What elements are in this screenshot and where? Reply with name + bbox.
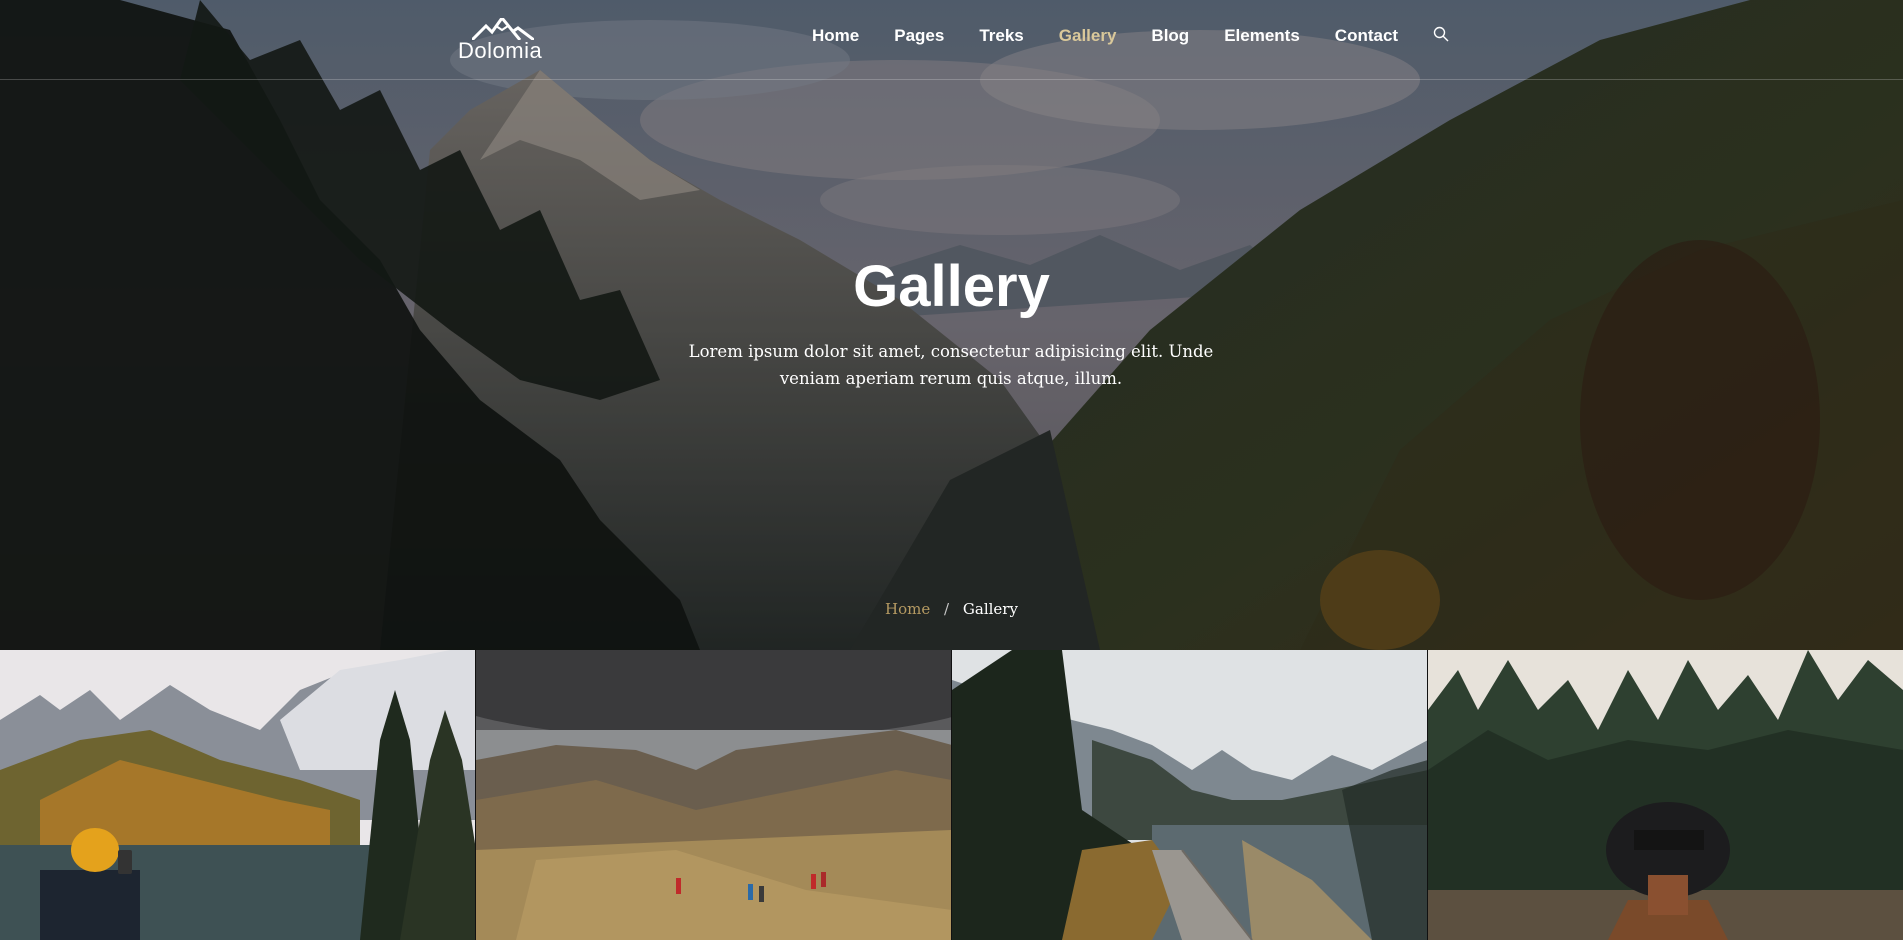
search-icon[interactable] <box>1433 26 1449 42</box>
mountain-logo-icon <box>472 18 534 40</box>
breadcrumb-current: Gallery <box>962 600 1018 618</box>
main-navigation: Home Pages Treks Gallery Blog Elements C… <box>812 26 1449 46</box>
page-subtitle: Lorem ipsum dolor sit amet, consectetur … <box>688 342 1214 388</box>
gallery-image-boardwalk-river[interactable] <box>952 650 1428 940</box>
gallery-grid <box>0 650 1903 940</box>
gallery-image-valley-hikers[interactable] <box>476 650 952 940</box>
breadcrumb: Home / Gallery <box>0 600 1903 618</box>
site-logo[interactable]: Dolomia <box>458 18 548 63</box>
nav-blog[interactable]: Blog <box>1151 26 1189 46</box>
nav-home[interactable]: Home <box>812 26 859 46</box>
nav-treks[interactable]: Treks <box>979 26 1023 46</box>
hero-banner <box>0 0 1903 650</box>
gallery-image-forest-hat[interactable] <box>1428 650 1903 940</box>
site-header: Dolomia Home Pages Treks Gallery Blog El… <box>0 0 1903 80</box>
hero-dark-overlay <box>0 0 1903 650</box>
page-title: Gallery <box>853 254 1050 319</box>
breadcrumb-home-link[interactable]: Home <box>885 600 930 618</box>
logo-text: Dolomia <box>458 38 543 63</box>
nav-pages[interactable]: Pages <box>894 26 944 46</box>
breadcrumb-separator: / <box>944 600 950 618</box>
nav-gallery[interactable]: Gallery <box>1059 26 1117 46</box>
gallery-image-hiker-lake[interactable] <box>0 650 476 940</box>
nav-contact[interactable]: Contact <box>1335 26 1398 46</box>
nav-elements[interactable]: Elements <box>1224 26 1300 46</box>
